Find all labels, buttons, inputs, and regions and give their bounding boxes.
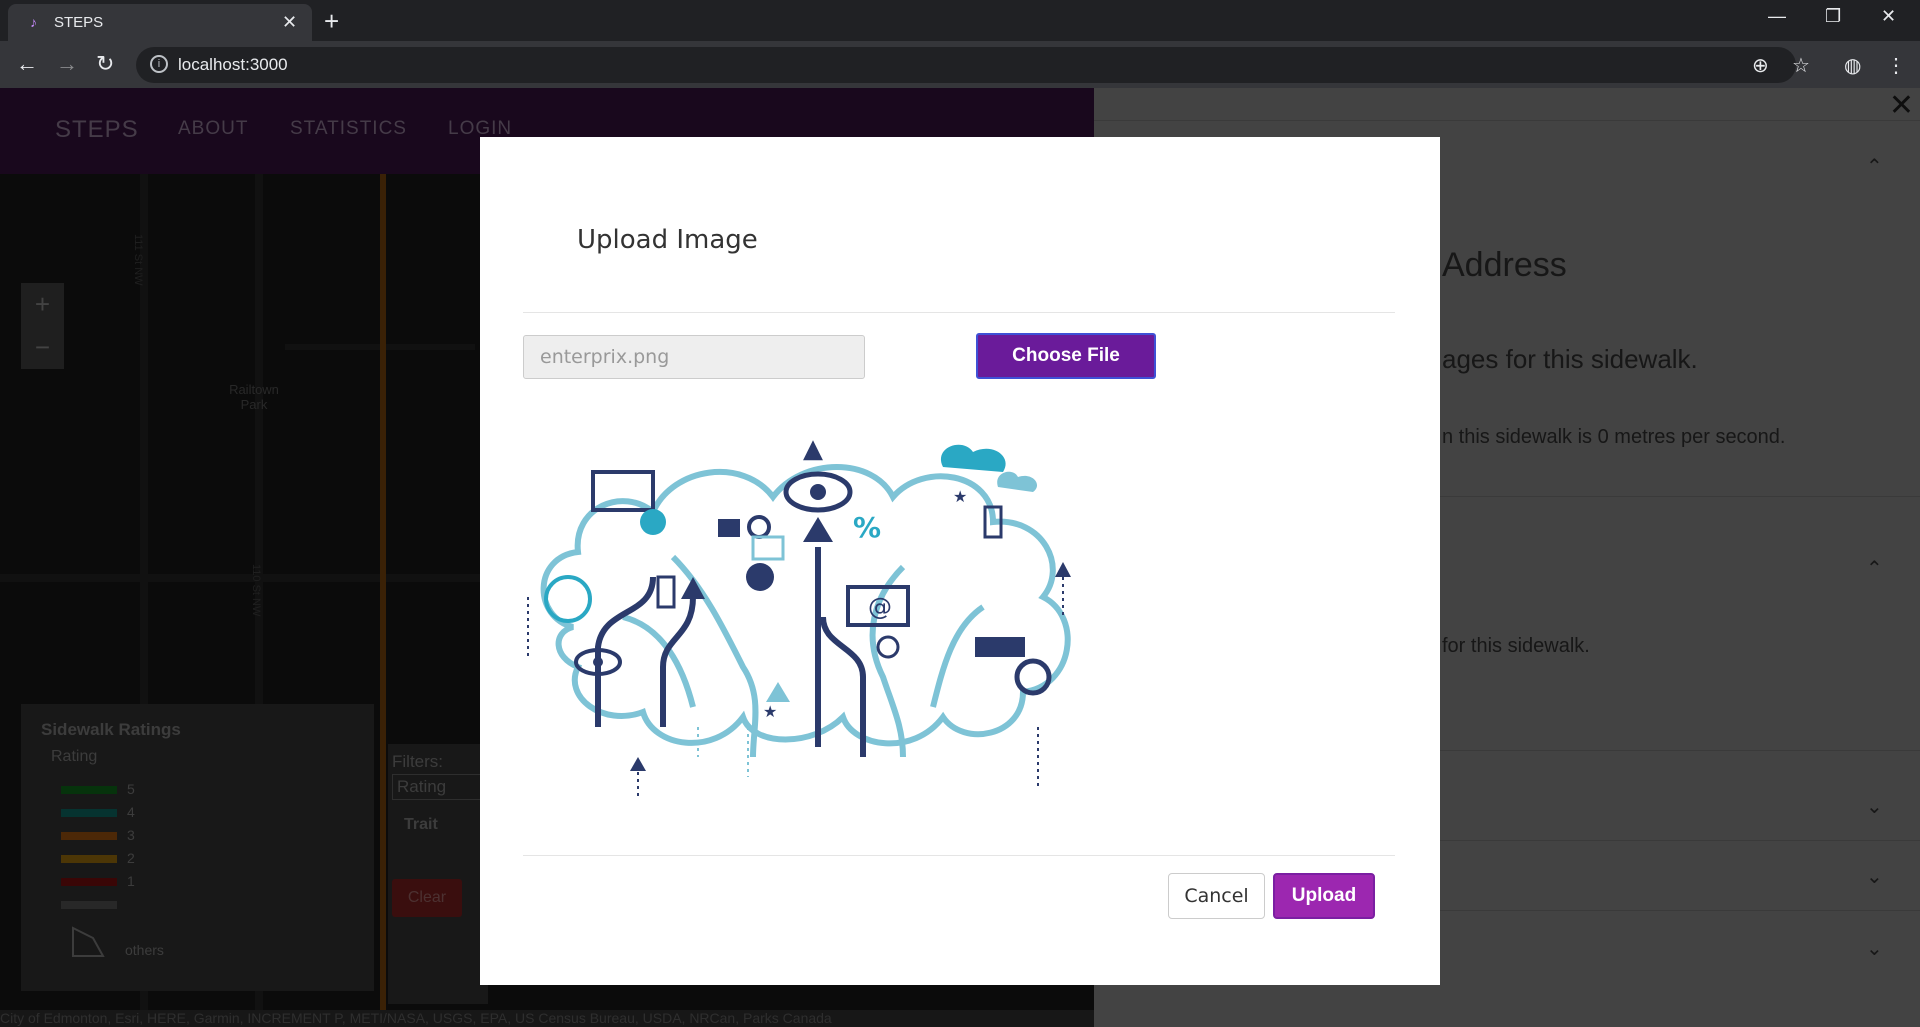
restore-icon[interactable]: ❐ bbox=[1825, 6, 1841, 27]
new-tab-icon[interactable]: + bbox=[324, 6, 339, 37]
address-bar[interactable]: i localhost:3000 bbox=[136, 47, 1796, 83]
browser-tab[interactable]: ♪ STEPS ✕ bbox=[8, 4, 312, 41]
cancel-button[interactable]: Cancel bbox=[1168, 873, 1265, 919]
svg-text:@: @ bbox=[868, 593, 892, 621]
minimize-icon[interactable]: — bbox=[1768, 6, 1786, 27]
uploaded-image-preview: @ % ▲ ★ ★ bbox=[527, 434, 1071, 797]
reload-icon[interactable]: ↻ bbox=[96, 51, 114, 77]
incognito-icon[interactable]: ◍ bbox=[1844, 53, 1861, 78]
modal-footer-divider bbox=[523, 855, 1395, 856]
forward-icon[interactable]: → bbox=[56, 51, 78, 77]
choose-file-button[interactable]: Choose File bbox=[976, 333, 1156, 379]
address-url: localhost:3000 bbox=[178, 55, 288, 74]
upload-image-modal: Upload Image enterprix.png Choose File @… bbox=[480, 137, 1440, 985]
modal-header-divider bbox=[523, 312, 1395, 313]
browser-tab-strip: ♪ STEPS ✕ + — ❐ ✕ bbox=[0, 0, 1920, 41]
svg-text:%: % bbox=[853, 511, 881, 544]
window-close-icon[interactable]: ✕ bbox=[1881, 6, 1896, 27]
svg-text:▲: ▲ bbox=[803, 434, 823, 464]
bookmark-star-icon[interactable]: ☆ bbox=[1792, 53, 1810, 78]
svg-text:★: ★ bbox=[763, 702, 777, 721]
svg-text:★: ★ bbox=[953, 487, 967, 506]
zoom-icon[interactable]: ⊕ bbox=[1752, 53, 1769, 78]
tab-close-icon[interactable]: ✕ bbox=[282, 12, 297, 33]
back-icon[interactable]: ← bbox=[16, 51, 38, 77]
modal-title: Upload Image bbox=[577, 225, 758, 255]
upload-button[interactable]: Upload bbox=[1273, 873, 1375, 919]
app-favicon-icon: ♪ bbox=[30, 14, 37, 30]
tab-title: STEPS bbox=[54, 14, 104, 31]
file-name-field[interactable]: enterprix.png bbox=[523, 335, 865, 379]
browser-toolbar: ← → ↻ i localhost:3000 ⊕ ☆ ◍ ⋮ bbox=[0, 41, 1920, 88]
menu-kebab-icon[interactable]: ⋮ bbox=[1886, 53, 1906, 78]
site-info-icon[interactable]: i bbox=[150, 55, 168, 73]
